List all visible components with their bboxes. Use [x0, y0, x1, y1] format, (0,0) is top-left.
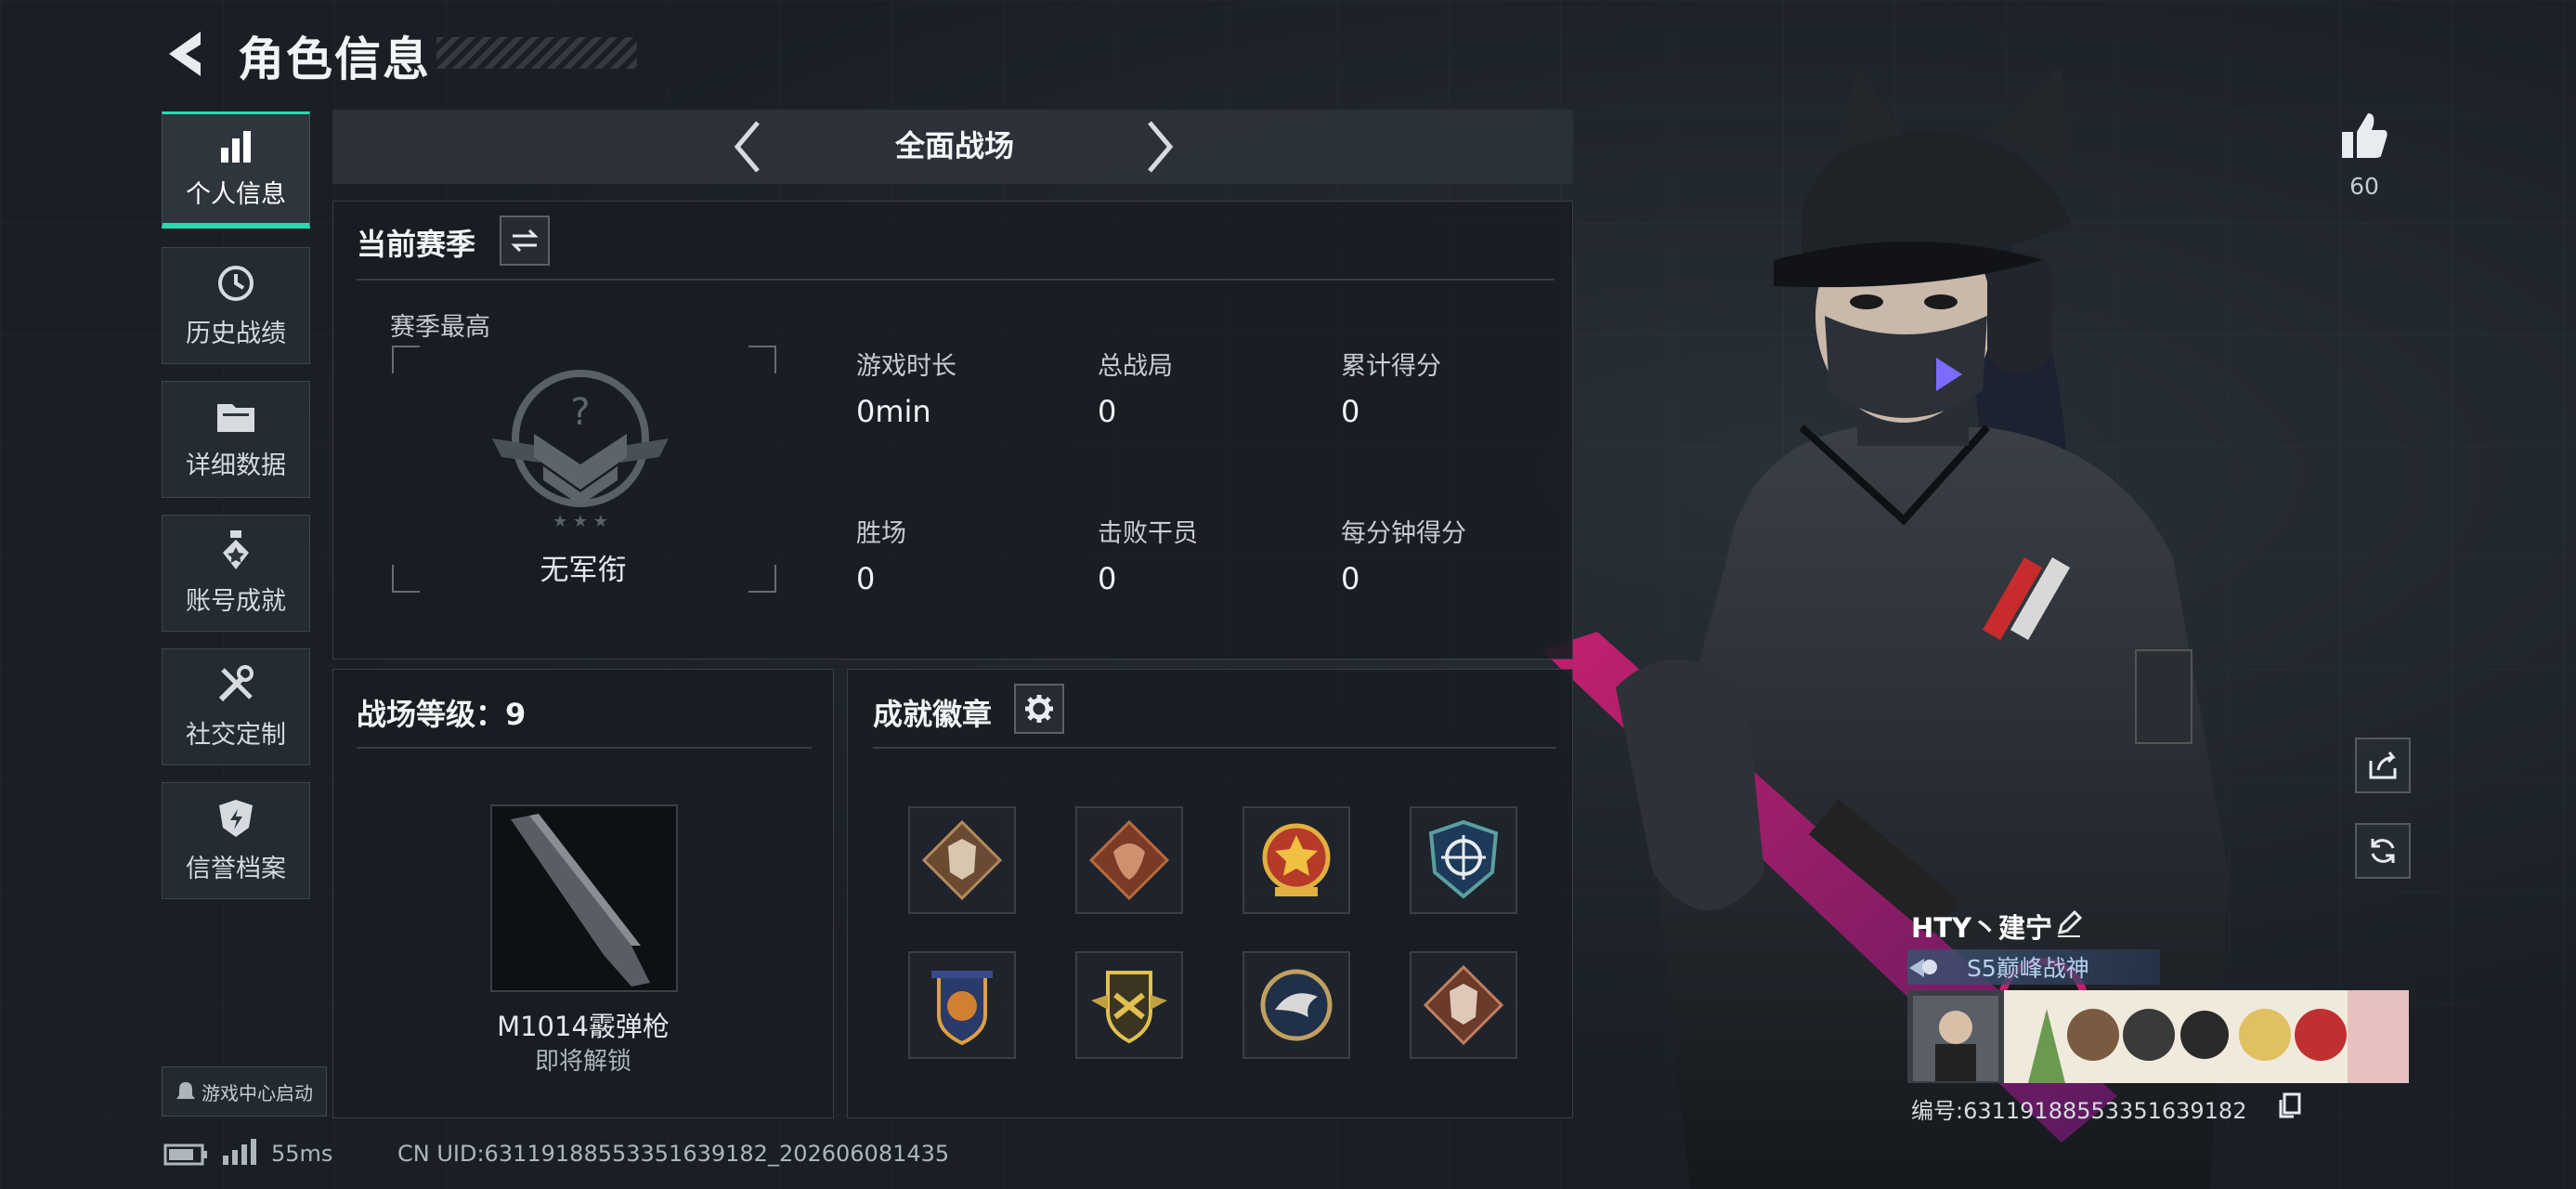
- likes-count: 60: [2349, 173, 2379, 200]
- profile-banner: [1907, 990, 2409, 1083]
- back-arrow-icon[interactable]: [160, 26, 215, 82]
- thumbs-up-icon[interactable]: [2338, 110, 2390, 162]
- frame-corner: [392, 346, 420, 373]
- stat-value: 0min: [856, 394, 931, 429]
- wolf-badge-icon: [921, 819, 1003, 901]
- eagle-badge-icon: [1260, 969, 1333, 1041]
- divider: [357, 747, 812, 749]
- copy-icon[interactable]: [2277, 1092, 2301, 1118]
- folder-icon: [217, 403, 254, 432]
- title-badge: S5巅峰战神: [1907, 949, 2160, 985]
- history-clock-icon: [218, 265, 254, 301]
- page-title: 角色信息: [238, 33, 431, 86]
- weapon-thumbnail[interactable]: [490, 804, 678, 992]
- nav-match-history[interactable]: 历史战绩: [162, 247, 310, 364]
- edit-pencil-icon[interactable]: [2054, 908, 2084, 938]
- achievement-badge[interactable]: [1075, 951, 1183, 1059]
- star-badge-icon: [1262, 823, 1331, 896]
- uid-text: CN UID:6311918855335163918​2_20260608143…: [397, 1141, 950, 1167]
- nav-social-custom[interactable]: 社交定制: [162, 648, 310, 765]
- rank-emblem-icon: ? ★ ★ ★: [492, 370, 669, 531]
- nav-label: 账号成就: [186, 586, 286, 616]
- frame-corner: [748, 346, 776, 373]
- nav-label: 信誉档案: [186, 854, 286, 883]
- achievement-badge[interactable]: [908, 951, 1016, 1059]
- battery-icon: [163, 1143, 207, 1166]
- achievement-badge[interactable]: [1075, 806, 1183, 914]
- medal-icon: [223, 529, 249, 569]
- bar-chart-icon: [221, 131, 251, 163]
- shield-badge-icon: [931, 971, 993, 1046]
- stat-label: 总战局: [1098, 352, 1173, 381]
- stat-value: 0: [856, 561, 876, 596]
- ping-text: 55ms: [271, 1141, 333, 1167]
- nav-personal-info[interactable]: 个人信息: [162, 111, 310, 229]
- gear-icon: [1025, 695, 1053, 723]
- stat-label: 累计得分: [1341, 352, 1441, 381]
- wolf-badge-icon: [1423, 964, 1504, 1046]
- share-icon: [2369, 751, 2397, 779]
- mode-label: 全面战场: [894, 128, 1014, 163]
- rank-name: 无军衔: [540, 554, 627, 587]
- divider: [357, 279, 1555, 281]
- rank-wings-icon: [1909, 959, 1937, 977]
- stat-label: 游戏时长: [856, 352, 956, 381]
- crosshair-badge-icon: [1428, 819, 1499, 899]
- refresh-icon: [2371, 839, 2395, 863]
- nav-detailed-data[interactable]: 详细数据: [162, 381, 310, 498]
- tools-icon: [218, 664, 254, 701]
- weapon-name: M1014霰弹枪: [497, 1011, 670, 1042]
- title-badge-label: S5巅峰战神: [1967, 955, 2089, 982]
- stat-value: 0: [1341, 394, 1360, 429]
- season-switch-button[interactable]: [500, 216, 550, 266]
- share-button[interactable]: [2355, 738, 2411, 793]
- title-decoration: [436, 37, 637, 69]
- achievement-badge[interactable]: [1410, 951, 1517, 1059]
- svg-text:★ ★ ★: ★ ★ ★: [553, 512, 608, 531]
- season-title: 当前赛季: [357, 227, 476, 262]
- game-center-label: 游戏中心启动: [202, 1081, 313, 1104]
- winged-shield-badge-icon: [1091, 971, 1167, 1044]
- achievement-badge[interactable]: [1410, 806, 1517, 914]
- nav-label: 社交定制: [186, 720, 286, 750]
- nav-label: 历史战绩: [186, 319, 286, 348]
- nav-label: 详细数据: [186, 451, 286, 480]
- signal-icon: [223, 1139, 256, 1165]
- bell-icon: [176, 1082, 195, 1099]
- stat-value: 0: [1098, 394, 1117, 429]
- stat-label: 击败干员: [1098, 519, 1198, 548]
- stat-value: 0: [1341, 561, 1360, 596]
- refresh-button[interactable]: [2355, 823, 2411, 879]
- player-name: HTY丶建宁: [1911, 912, 2053, 944]
- swap-arrows-icon: [511, 229, 539, 253]
- dragon-badge-icon: [1088, 819, 1170, 901]
- stat-label: 每分钟得分: [1341, 519, 1466, 548]
- nav-label: 个人信息: [186, 180, 286, 209]
- chevron-right-icon[interactable]: [1140, 119, 1177, 175]
- stat-value: 0: [1098, 561, 1117, 596]
- shield-icon: [219, 799, 253, 837]
- game-center-button[interactable]: 游戏中心启动: [162, 1066, 327, 1117]
- battlefield-level-title: 战场等级：9: [357, 697, 527, 732]
- banner-characters: [1913, 990, 2409, 1083]
- svg-text:?: ?: [570, 391, 590, 434]
- achievements-settings-button[interactable]: [1014, 684, 1064, 734]
- player-id-number: 编号:6311918855335163918​2: [1911, 1098, 2247, 1124]
- achievement-badge[interactable]: [1242, 806, 1350, 914]
- weapon-status: 即将解锁: [534, 1048, 631, 1076]
- achievement-badge[interactable]: [1242, 951, 1350, 1059]
- divider: [873, 747, 1556, 749]
- achievement-badge[interactable]: [908, 806, 1016, 914]
- achievements-title: 成就徽章: [873, 697, 993, 732]
- shotgun-icon: [511, 814, 650, 986]
- nav-credit-file[interactable]: 信誉档案: [162, 782, 310, 899]
- season-best-label: 赛季最高: [390, 313, 490, 342]
- nav-account-achievements[interactable]: 账号成就: [162, 515, 310, 632]
- stat-label: 胜场: [856, 519, 906, 548]
